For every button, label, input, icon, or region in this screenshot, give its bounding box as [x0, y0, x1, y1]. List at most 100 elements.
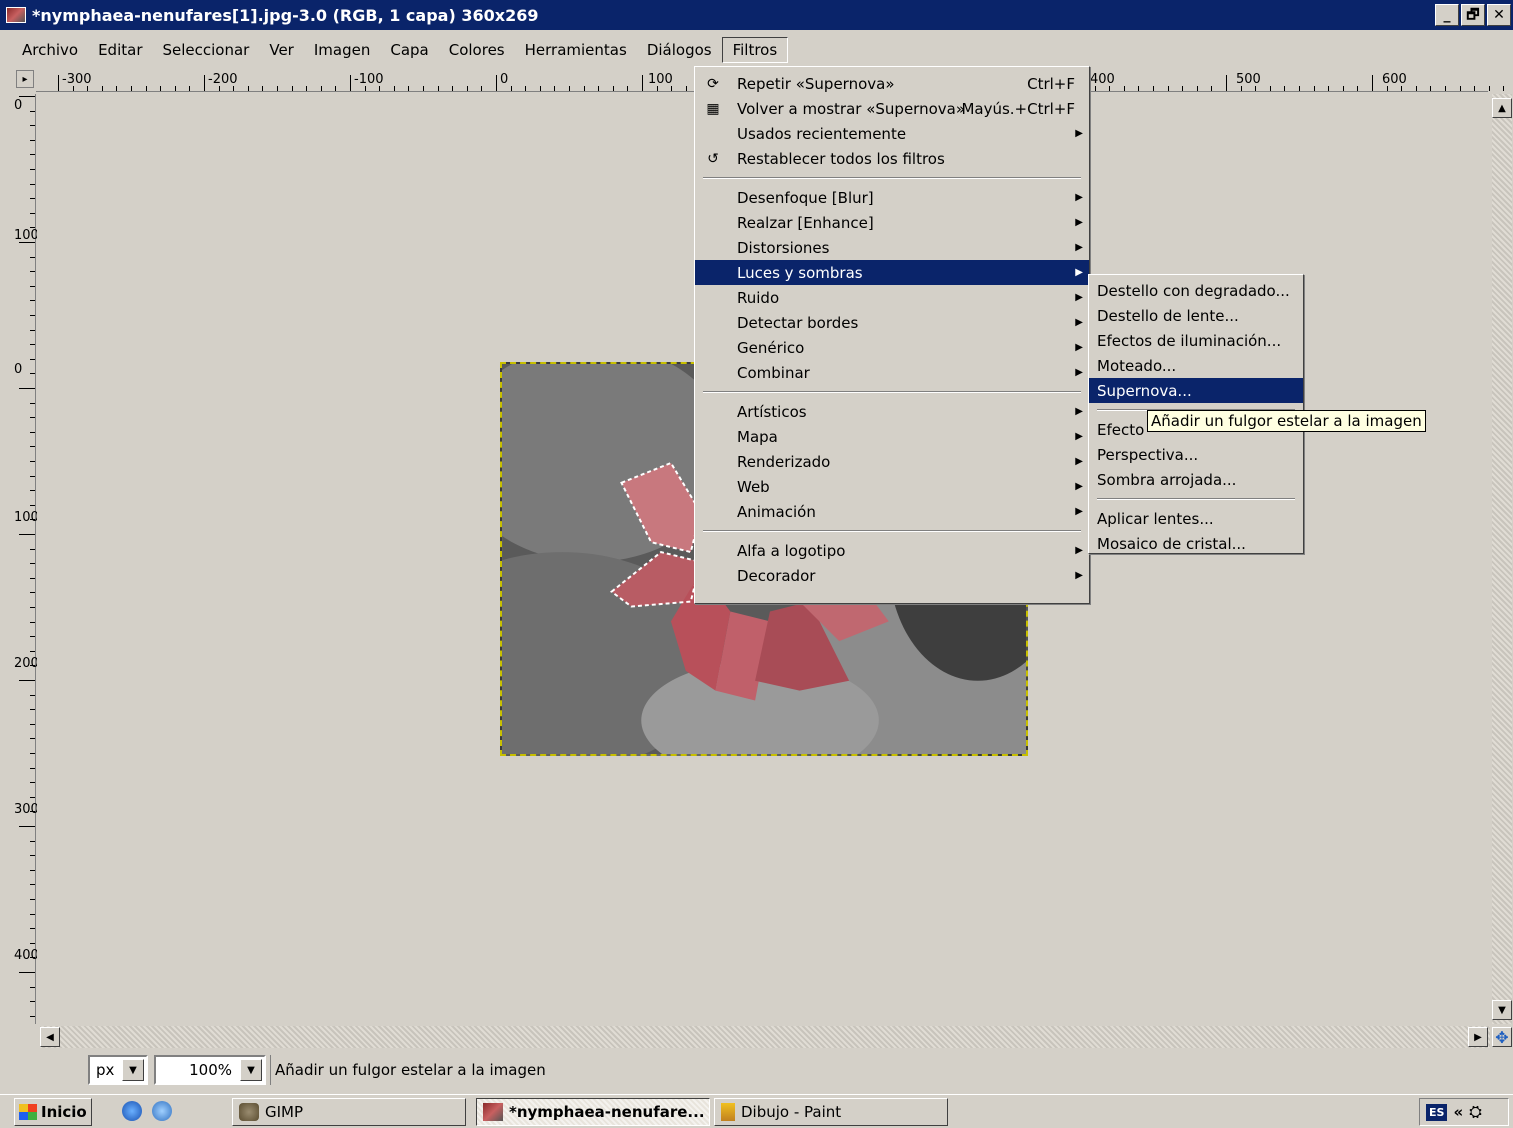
menu-item-alfa-a-logotipo[interactable]: Alfa a logotipo ▶	[695, 538, 1089, 563]
menu-item-combinar[interactable]: Combinar ▶	[695, 360, 1089, 385]
menu-herramientas[interactable]: Herramientas	[515, 38, 637, 62]
task-paint[interactable]: Dibujo - Paint	[714, 1098, 948, 1126]
menu-item-realzar-enhance[interactable]: Realzar [Enhance] ▶	[695, 210, 1089, 235]
menu-separator	[703, 530, 1081, 532]
ruler-tick	[19, 388, 35, 389]
ruler-tick	[1240, 86, 1242, 91]
ruler-tick	[1211, 86, 1213, 91]
menu-item-mapa[interactable]: Mapa ▶	[695, 424, 1089, 449]
menu-item-mosaico-de-cristal[interactable]: Mosaico de cristal...	[1089, 531, 1303, 556]
close-button[interactable]: ✕	[1487, 4, 1511, 26]
menu-item-label: Moteado...	[1097, 356, 1177, 375]
ruler-tick	[131, 86, 132, 91]
task-label: GIMP	[265, 1103, 304, 1121]
menu-item-desenfoque-blur[interactable]: Desenfoque [Blur] ▶	[695, 185, 1089, 210]
ruler-tick	[19, 972, 35, 973]
menu-item-label: Realzar [Enhance]	[737, 213, 874, 232]
quicklaunch-icon[interactable]	[152, 1101, 172, 1121]
horizontal-scrollbar[interactable]: ◀ ▶	[40, 1026, 1490, 1048]
ruler-label: 0	[500, 72, 509, 87]
vertical-ruler[interactable]: 0 100 0 100 200 300 400	[12, 94, 39, 1024]
menu-item-repetir-supernova[interactable]: ⟳ Repetir «Supernova» Ctrl+F	[695, 71, 1089, 96]
menu-item-shortcut: Ctrl+F	[1027, 74, 1075, 93]
menu-item-web[interactable]: Web ▶	[695, 474, 1089, 499]
task-image-window[interactable]: *nymphaea-nenufare...	[476, 1098, 710, 1126]
menu-editar[interactable]: Editar	[88, 38, 152, 62]
menu-item-label: Distorsiones	[737, 238, 830, 257]
menu-capa[interactable]: Capa	[380, 38, 438, 62]
ruler-tick	[671, 86, 673, 91]
ruler-tick	[30, 154, 35, 156]
ruler-tick	[1415, 86, 1417, 91]
ruler-tick	[496, 75, 497, 91]
menu-item-moteado[interactable]: Moteado...	[1089, 353, 1303, 378]
menu-item-sombra-arrojada[interactable]: Sombra arrojada...	[1089, 467, 1303, 492]
tray-expand-button[interactable]: «	[1453, 1103, 1463, 1121]
ruler-tick	[1226, 75, 1227, 91]
menu-item-label: Combinar	[737, 363, 810, 382]
navigate-icon[interactable]: ✥	[1492, 1027, 1512, 1047]
network-icon[interactable]: ⛭	[1469, 1102, 1482, 1122]
menu-item-supernova[interactable]: Supernova...	[1089, 378, 1303, 403]
vertical-scrollbar[interactable]: ▲ ▼	[1492, 94, 1512, 1024]
ruler-tick	[30, 315, 35, 316]
scroll-right-button[interactable]: ▶	[1468, 1027, 1488, 1047]
menu-item-ruido[interactable]: Ruido ▶	[695, 285, 1089, 310]
menu-item-volver-a-mostrar-supernova[interactable]: ▦ Volver a mostrar «Supernova» Mayús.+Ctrl…	[695, 96, 1089, 121]
menu-item-detectar-bordes[interactable]: Detectar bordes ▶	[695, 310, 1089, 335]
ruler-tick	[30, 198, 35, 200]
ruler-tick	[30, 753, 35, 754]
menu-ver[interactable]: Ver	[259, 38, 304, 62]
menu-seleccionar[interactable]: Seleccionar	[153, 38, 260, 62]
menu-item-decorador[interactable]: Decorador ▶	[695, 563, 1089, 588]
restore-button[interactable]: 🗗	[1461, 4, 1485, 26]
menu-item-artisticos[interactable]: Artísticos ▶	[695, 399, 1089, 424]
menu-item-restablecer-todos-los-filtros[interactable]: ↺ Restablecer todos los filtros	[695, 146, 1089, 171]
quick-mask-toggle[interactable]: ▸	[16, 70, 34, 88]
scroll-down-button[interactable]: ▼	[1492, 1000, 1512, 1020]
submenu-arrow-icon: ▶	[1075, 342, 1083, 353]
menu-colores[interactable]: Colores	[439, 38, 515, 62]
menu-item-aplicar-lentes[interactable]: Aplicar lentes...	[1089, 506, 1303, 531]
ruler-tick	[423, 86, 424, 91]
menu-item-animacion[interactable]: Animación ▶	[695, 499, 1089, 524]
menu-item-distorsiones[interactable]: Distorsiones ▶	[695, 235, 1089, 260]
menu-item-efectos-de-iluminacion[interactable]: Efectos de iluminación...	[1089, 328, 1303, 353]
menu-item-label: Sombra arrojada...	[1097, 470, 1237, 489]
minimize-button[interactable]: _	[1435, 4, 1459, 26]
unit-select[interactable]: px ▼	[88, 1055, 148, 1085]
language-indicator[interactable]: ES	[1426, 1103, 1448, 1121]
ruler-tick	[393, 86, 395, 91]
paint-icon	[721, 1103, 735, 1121]
menu-dialogos[interactable]: Diálogos	[637, 38, 722, 62]
zoom-select[interactable]: 100% ▼	[154, 1055, 266, 1085]
submenu-arrow-icon: ▶	[1075, 292, 1083, 303]
submenu-arrow-icon: ▶	[1075, 267, 1083, 278]
menu-archivo[interactable]: Archivo	[12, 38, 88, 62]
menu-item-label: Destello con degradado...	[1097, 281, 1290, 300]
task-gimp[interactable]: GIMP	[232, 1098, 466, 1126]
ruler-tick	[30, 212, 35, 214]
ruler-tick	[306, 86, 308, 91]
menu-item-perspectiva[interactable]: Perspectiva...	[1089, 442, 1303, 467]
menu-item-label: Desenfoque [Blur]	[737, 188, 874, 207]
menu-item-destello-con-degradado[interactable]: Destello con degradado...	[1089, 278, 1303, 303]
ruler-tick	[1430, 86, 1432, 91]
menu-item-generico[interactable]: Genérico ▶	[695, 335, 1089, 360]
scroll-up-button[interactable]: ▲	[1492, 98, 1512, 118]
ruler-tick	[145, 86, 147, 91]
menu-imagen[interactable]: Imagen	[304, 38, 380, 62]
ruler-tick	[30, 256, 35, 258]
menu-item-usados-recientemente[interactable]: Usados recientemente ▶	[695, 121, 1089, 146]
internet-explorer-icon[interactable]	[122, 1101, 142, 1121]
menu-filtros[interactable]: Filtros	[721, 37, 789, 63]
scroll-left-button[interactable]: ◀	[40, 1027, 60, 1047]
ruler-tick	[1313, 86, 1315, 91]
menu-item-label: Usados recientemente	[737, 124, 907, 143]
menu-item-renderizado[interactable]: Renderizado ▶	[695, 449, 1089, 474]
windows-logo-icon	[19, 1104, 37, 1120]
ruler-tick	[30, 519, 35, 521]
menu-item-luces-y-sombras[interactable]: Luces y sombras ▶	[695, 260, 1089, 285]
menu-item-destello-de-lente[interactable]: Destello de lente...	[1089, 303, 1303, 328]
start-button[interactable]: Inicio	[14, 1098, 92, 1126]
